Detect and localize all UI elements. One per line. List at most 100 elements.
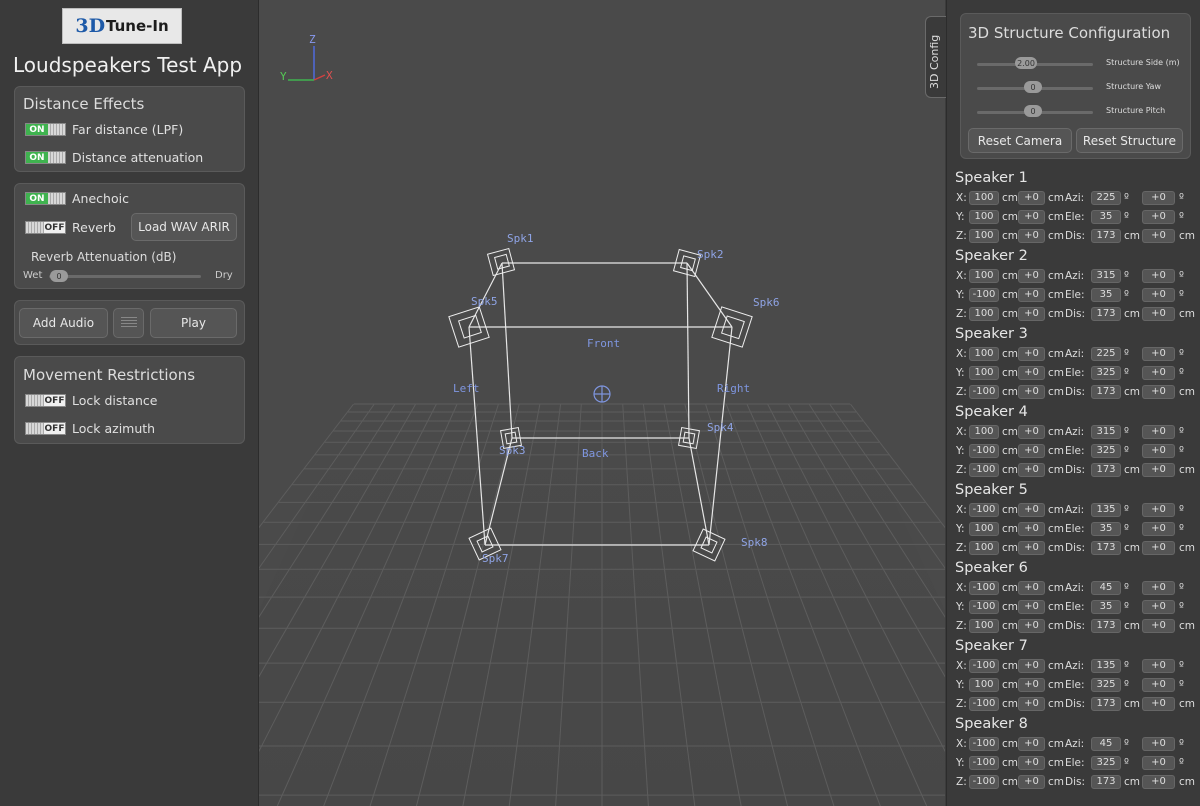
speaker-7-ele-input[interactable]: 325 bbox=[1091, 678, 1121, 692]
reverb-slider-knob[interactable]: 0 bbox=[50, 270, 68, 282]
speaker-1-cube[interactable] bbox=[486, 247, 516, 277]
reset-camera-button[interactable]: Reset Camera bbox=[968, 128, 1072, 153]
speaker-1-x-offset-input[interactable]: +0 bbox=[1018, 191, 1045, 205]
speaker-5-ele-offset-input[interactable]: +0 bbox=[1142, 522, 1175, 536]
speaker-6-dis-offset-input[interactable]: +0 bbox=[1142, 619, 1175, 633]
speaker-1-z-offset-input[interactable]: +0 bbox=[1018, 229, 1045, 243]
audio-list-button[interactable] bbox=[113, 308, 144, 338]
speaker-1-azi-input[interactable]: 225 bbox=[1091, 191, 1121, 205]
speaker-3-x-input[interactable]: 100 bbox=[969, 347, 999, 361]
speaker-2-ele-offset-input[interactable]: +0 bbox=[1142, 288, 1175, 302]
speaker-8-x-input[interactable]: -100 bbox=[969, 737, 999, 751]
speaker-4-y-input[interactable]: -100 bbox=[969, 444, 999, 458]
speaker-1-ele-input[interactable]: 35 bbox=[1091, 210, 1121, 224]
reverb-attenuation-slider[interactable] bbox=[49, 275, 201, 278]
speaker-5-dis-offset-input[interactable]: +0 bbox=[1142, 541, 1175, 555]
speaker-7-x-input[interactable]: -100 bbox=[969, 659, 999, 673]
speaker-4-z-input[interactable]: -100 bbox=[969, 463, 999, 477]
add-audio-button[interactable]: Add Audio bbox=[19, 308, 108, 338]
speaker-5-dis-input[interactable]: 173 bbox=[1091, 541, 1121, 555]
speaker-1-dis-input[interactable]: 173 bbox=[1091, 229, 1121, 243]
speaker-7-y-input[interactable]: 100 bbox=[969, 678, 999, 692]
3d-config-tab[interactable]: 3D Config bbox=[925, 16, 946, 98]
speaker-3-dis-offset-input[interactable]: +0 bbox=[1142, 385, 1175, 399]
speaker-4-azi-input[interactable]: 315 bbox=[1091, 425, 1121, 439]
speaker-3-z-offset-input[interactable]: +0 bbox=[1018, 385, 1045, 399]
speaker-7-azi-offset-input[interactable]: +0 bbox=[1142, 659, 1175, 673]
3d-viewport[interactable]: Z Y X Spk1 Spk2 Spk3 Spk4 Spk5 Spk6 Spk7… bbox=[259, 0, 945, 806]
speaker-6-x-input[interactable]: -100 bbox=[969, 581, 999, 595]
lock-distance-toggle[interactable]: OFF bbox=[25, 394, 66, 407]
speaker-6-azi-offset-input[interactable]: +0 bbox=[1142, 581, 1175, 595]
speaker-2-azi-offset-input[interactable]: +0 bbox=[1142, 269, 1175, 283]
speaker-5-z-input[interactable]: 100 bbox=[969, 541, 999, 555]
speaker-6-azi-input[interactable]: 45 bbox=[1091, 581, 1121, 595]
speaker-6-z-input[interactable]: 100 bbox=[969, 619, 999, 633]
structure-yaw-knob[interactable]: 0 bbox=[1024, 81, 1042, 93]
speaker-4-z-offset-input[interactable]: +0 bbox=[1018, 463, 1045, 477]
speaker-4-x-offset-input[interactable]: +0 bbox=[1018, 425, 1045, 439]
reset-structure-button[interactable]: Reset Structure bbox=[1076, 128, 1183, 153]
speaker-6-z-offset-input[interactable]: +0 bbox=[1018, 619, 1045, 633]
speaker-1-ele-offset-input[interactable]: +0 bbox=[1142, 210, 1175, 224]
speaker-8-z-input[interactable]: -100 bbox=[969, 775, 999, 789]
load-wav-arir-button[interactable]: Load WAV ARIR bbox=[131, 213, 237, 241]
speaker-3-azi-input[interactable]: 225 bbox=[1091, 347, 1121, 361]
speaker-2-y-input[interactable]: -100 bbox=[969, 288, 999, 302]
speaker-6-y-offset-input[interactable]: +0 bbox=[1018, 600, 1045, 614]
far-distance-toggle[interactable]: ON bbox=[25, 123, 66, 136]
speaker-7-azi-input[interactable]: 135 bbox=[1091, 659, 1121, 673]
speaker-4-ele-input[interactable]: 325 bbox=[1091, 444, 1121, 458]
speaker-6-dis-input[interactable]: 173 bbox=[1091, 619, 1121, 633]
speaker-6-ele-input[interactable]: 35 bbox=[1091, 600, 1121, 614]
speaker-7-z-offset-input[interactable]: +0 bbox=[1018, 697, 1045, 711]
speaker-4-azi-offset-input[interactable]: +0 bbox=[1142, 425, 1175, 439]
speaker-2-z-offset-input[interactable]: +0 bbox=[1018, 307, 1045, 321]
speaker-7-ele-offset-input[interactable]: +0 bbox=[1142, 678, 1175, 692]
speaker-2-ele-input[interactable]: 35 bbox=[1091, 288, 1121, 302]
speaker-8-dis-input[interactable]: 173 bbox=[1091, 775, 1121, 789]
lock-azimuth-toggle[interactable]: OFF bbox=[25, 422, 66, 435]
speaker-6-ele-offset-input[interactable]: +0 bbox=[1142, 600, 1175, 614]
speaker-2-dis-offset-input[interactable]: +0 bbox=[1142, 307, 1175, 321]
speaker-5-y-offset-input[interactable]: +0 bbox=[1018, 522, 1045, 536]
structure-side-knob[interactable]: 2.00 bbox=[1015, 57, 1037, 69]
speaker-3-z-input[interactable]: -100 bbox=[969, 385, 999, 399]
speaker-2-x-input[interactable]: 100 bbox=[969, 269, 999, 283]
speaker-7-y-offset-input[interactable]: +0 bbox=[1018, 678, 1045, 692]
speaker-8-ele-offset-input[interactable]: +0 bbox=[1142, 756, 1175, 770]
speaker-5-z-offset-input[interactable]: +0 bbox=[1018, 541, 1045, 555]
speaker-4-y-offset-input[interactable]: +0 bbox=[1018, 444, 1045, 458]
speaker-3-azi-offset-input[interactable]: +0 bbox=[1142, 347, 1175, 361]
speaker-3-ele-offset-input[interactable]: +0 bbox=[1142, 366, 1175, 380]
speaker-5-y-input[interactable]: 100 bbox=[969, 522, 999, 536]
speaker-7-dis-input[interactable]: 173 bbox=[1091, 697, 1121, 711]
speaker-8-azi-offset-input[interactable]: +0 bbox=[1142, 737, 1175, 751]
speaker-6-y-input[interactable]: -100 bbox=[969, 600, 999, 614]
speaker-3-y-input[interactable]: 100 bbox=[969, 366, 999, 380]
speaker-5-azi-input[interactable]: 135 bbox=[1091, 503, 1121, 517]
speaker-7-z-input[interactable]: -100 bbox=[969, 697, 999, 711]
speaker-6-x-offset-input[interactable]: +0 bbox=[1018, 581, 1045, 595]
speaker-5-x-offset-input[interactable]: +0 bbox=[1018, 503, 1045, 517]
speaker-8-x-offset-input[interactable]: +0 bbox=[1018, 737, 1045, 751]
speaker-2-z-input[interactable]: 100 bbox=[969, 307, 999, 321]
speaker-4-x-input[interactable]: 100 bbox=[969, 425, 999, 439]
speaker-8-dis-offset-input[interactable]: +0 bbox=[1142, 775, 1175, 789]
scene-canvas[interactable]: Z Y X Spk1 Spk2 Spk3 Spk4 Spk5 Spk6 Spk7… bbox=[259, 0, 945, 806]
speaker-1-azi-offset-input[interactable]: +0 bbox=[1142, 191, 1175, 205]
speaker-8-azi-input[interactable]: 45 bbox=[1091, 737, 1121, 751]
speaker-7-dis-offset-input[interactable]: +0 bbox=[1142, 697, 1175, 711]
speaker-3-ele-input[interactable]: 325 bbox=[1091, 366, 1121, 380]
speaker-5-azi-offset-input[interactable]: +0 bbox=[1142, 503, 1175, 517]
speaker-1-y-offset-input[interactable]: +0 bbox=[1018, 210, 1045, 224]
listener-head[interactable] bbox=[593, 385, 611, 403]
distance-attenuation-toggle[interactable]: ON bbox=[25, 151, 66, 164]
anechoic-toggle[interactable]: ON bbox=[25, 192, 66, 205]
speaker-8-y-offset-input[interactable]: +0 bbox=[1018, 756, 1045, 770]
play-button[interactable]: Play bbox=[150, 308, 237, 338]
speaker-3-y-offset-input[interactable]: +0 bbox=[1018, 366, 1045, 380]
speaker-2-dis-input[interactable]: 173 bbox=[1091, 307, 1121, 321]
speaker-2-azi-input[interactable]: 315 bbox=[1091, 269, 1121, 283]
speaker-1-z-input[interactable]: 100 bbox=[969, 229, 999, 243]
